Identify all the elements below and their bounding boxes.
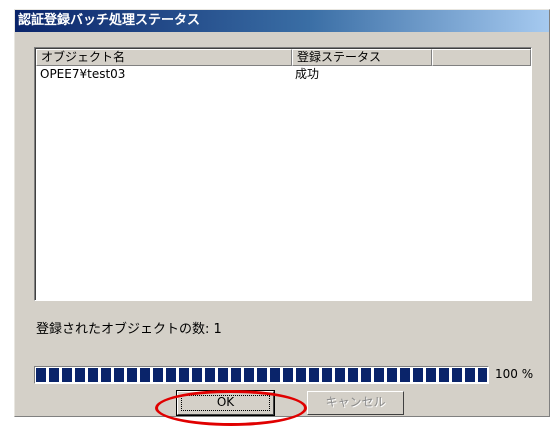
registered-count-label: 登録されたオブジェクトの数: 1 — [36, 322, 222, 337]
title-bar[interactable]: 認証登録バッチ処理ステータス — [15, 10, 549, 32]
dialog-window: 認証登録バッチ処理ステータス オブジェクト名 登録ステータス OPEE7¥tes… — [14, 9, 550, 426]
progress-track — [36, 368, 487, 382]
cell-status: 成功 — [295, 67, 320, 81]
cancel-button-label: キャンセル — [325, 395, 386, 409]
progress-bar — [34, 366, 489, 384]
column-header-object-name[interactable]: オブジェクト名 — [36, 49, 292, 66]
list-header: オブジェクト名 登録ステータス — [36, 49, 531, 66]
column-header-empty[interactable] — [432, 49, 531, 66]
window-title: 認証登録バッチ処理ステータス — [18, 13, 201, 28]
column-header-registration-status[interactable]: 登録ステータス — [292, 49, 432, 66]
table-row[interactable]: OPEE7¥test03 成功 — [36, 67, 531, 83]
focus-rect — [181, 395, 270, 411]
progress-percent-label: 100 % — [495, 367, 534, 381]
ok-button[interactable]: OK — [176, 390, 275, 416]
cancel-button[interactable]: キャンセル — [307, 391, 404, 415]
list-frame: オブジェクト名 登録ステータス OPEE7¥test03 成功 — [35, 48, 531, 300]
progress-fill — [36, 368, 487, 382]
object-status-list[interactable]: オブジェクト名 登録ステータス OPEE7¥test03 成功 — [34, 47, 532, 301]
cell-object-name: OPEE7¥test03 — [40, 67, 126, 81]
